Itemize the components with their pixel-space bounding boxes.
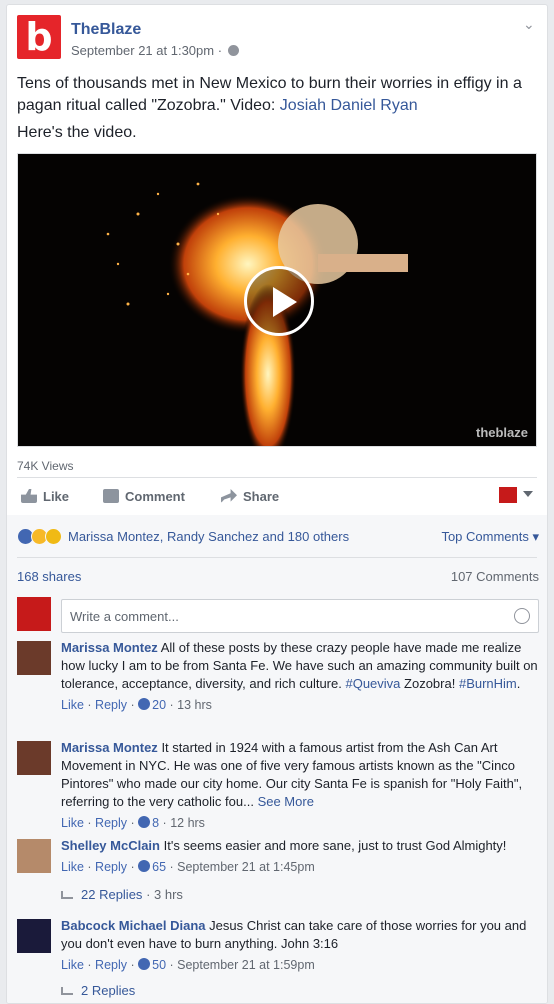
like-label: Like xyxy=(43,488,70,504)
post-timestamp[interactable]: September 21 at 1:30pm · xyxy=(71,43,222,58)
action-bar: Like Comment Share xyxy=(17,483,537,509)
comments-count[interactable]: 107 Comments xyxy=(451,569,539,584)
write-comment-placeholder: Write a comment... xyxy=(70,609,179,624)
comment-like-link[interactable]: Like xyxy=(61,958,84,972)
post-text: Tens of thousands met in New Mexico to b… xyxy=(17,73,537,117)
comment-reply-link[interactable]: Reply xyxy=(95,698,127,712)
comment-like-count[interactable]: 65 xyxy=(152,860,166,874)
post-text-secondary: Here's the video. xyxy=(17,124,137,141)
comment-reply-link[interactable]: Reply xyxy=(95,816,127,830)
comment-meta: Like · Reply · 65 · September 21 at 1:45… xyxy=(61,860,315,874)
commenter-avatar[interactable] xyxy=(17,741,51,775)
comment-meta: Like · Reply · 8 · 12 hrs xyxy=(61,816,205,830)
comment-body: Marissa Montez It started in 1924 with a… xyxy=(61,739,539,832)
thumbs-up-icon xyxy=(138,698,151,710)
thumbs-up-icon xyxy=(21,489,37,503)
replies-link[interactable]: 2 Replies xyxy=(61,983,135,998)
video-player[interactable]: theblaze xyxy=(17,153,537,447)
hashtag-link[interactable]: #BurnHim xyxy=(459,676,517,691)
post-header: b TheBlaze September 21 at 1:30pm · ⌄ xyxy=(17,15,539,61)
comment-time[interactable]: 12 hrs xyxy=(170,816,205,830)
comment-body: Marissa Montez All of these posts by the… xyxy=(61,639,539,714)
comment-like-count[interactable]: 50 xyxy=(152,958,166,972)
comment-time[interactable]: September 21 at 1:59pm xyxy=(177,958,315,972)
comment-time[interactable]: 13 hrs xyxy=(177,698,212,712)
share-label: Share xyxy=(243,488,280,504)
replies-count[interactable]: 22 Replies xyxy=(81,887,142,902)
globe-icon xyxy=(228,45,240,56)
page-avatar[interactable]: b xyxy=(17,15,61,59)
share-icon xyxy=(221,489,237,503)
comment-meta: Like · Reply · 20 · 13 hrs xyxy=(61,698,212,712)
video-watermark: theblaze xyxy=(475,425,528,440)
comment-body: Babcock Michael Diana Jesus Christ can t… xyxy=(61,917,539,974)
replies-time: · 3 hrs xyxy=(146,887,183,902)
write-comment-input[interactable]: Write a comment... xyxy=(61,599,539,633)
post-text-body: Tens of thousands met in New Mexico to b… xyxy=(17,75,522,114)
commenter-name[interactable]: Marissa Montez xyxy=(61,740,158,755)
reply-arrow-icon xyxy=(61,891,73,899)
hashtag-link[interactable]: #Queviva xyxy=(345,676,400,691)
views-count: 74K Views xyxy=(17,459,74,473)
see-more-link[interactable]: See More xyxy=(258,794,314,809)
comment-text-mid: Zozobra! xyxy=(404,676,456,691)
comment-like-link[interactable]: Like xyxy=(61,860,84,874)
comment-icon xyxy=(103,489,119,503)
thumbs-up-icon xyxy=(138,958,151,970)
commenter-name[interactable]: Shelley McClain xyxy=(61,838,160,853)
caret-down-icon[interactable] xyxy=(523,491,533,497)
play-button[interactable] xyxy=(244,266,314,336)
commenter-name[interactable]: Babcock Michael Diana xyxy=(61,918,206,933)
post-meta: September 21 at 1:30pm · xyxy=(71,43,240,58)
commenter-avatar[interactable] xyxy=(17,839,51,873)
like-button[interactable]: Like xyxy=(21,483,69,509)
author-link[interactable]: Josiah Daniel Ryan xyxy=(280,97,418,114)
commenter-avatar[interactable] xyxy=(17,919,51,953)
comment-label: Comment xyxy=(125,488,185,504)
comment-like-count[interactable]: 8 xyxy=(152,816,159,830)
comment-reply-link[interactable]: Reply xyxy=(95,860,127,874)
emoji-icon[interactable] xyxy=(514,608,530,624)
divider xyxy=(17,557,537,558)
page-name-link[interactable]: TheBlaze xyxy=(71,21,141,39)
comment-time[interactable]: September 21 at 1:45pm xyxy=(177,860,315,874)
chevron-down-icon[interactable]: ⌄ xyxy=(523,17,537,31)
user-avatar xyxy=(17,597,51,631)
comment-text: It's seems easier and more sane, just to… xyxy=(163,838,507,853)
profile-avatar[interactable] xyxy=(499,487,517,503)
reactors-text[interactable]: Marissa Montez, Randy Sanchez and 180 ot… xyxy=(68,529,349,544)
comment-meta: Like · Reply · 50 · September 21 at 1:59… xyxy=(61,958,315,972)
share-button[interactable]: Share xyxy=(221,483,279,509)
comment-text-end: . xyxy=(516,676,521,691)
comment-like-count[interactable]: 20 xyxy=(152,698,166,712)
thumbs-up-icon xyxy=(138,816,151,828)
comment-button[interactable]: Comment xyxy=(103,483,185,509)
divider xyxy=(17,477,537,478)
comment-body: Shelley McClain It's seems easier and mo… xyxy=(61,837,539,876)
post-card: b TheBlaze September 21 at 1:30pm · ⌄ Te… xyxy=(6,4,548,1004)
replies-count[interactable]: 2 Replies xyxy=(81,983,135,998)
comment-reply-link[interactable]: Reply xyxy=(95,958,127,972)
reply-arrow-icon xyxy=(61,987,73,995)
replies-link[interactable]: 22 Replies · 3 hrs xyxy=(61,887,183,902)
shares-link[interactable]: 168 shares xyxy=(17,569,81,584)
engagement-section: Marissa Montez, Randy Sanchez and 180 ot… xyxy=(7,515,547,1003)
comment-like-link[interactable]: Like xyxy=(61,698,84,712)
top-comments-dropdown[interactable]: Top Comments ▾ xyxy=(441,529,539,545)
commenter-avatar[interactable] xyxy=(17,641,51,675)
wow-reaction-icon xyxy=(45,527,62,545)
comment-like-link[interactable]: Like xyxy=(61,816,84,830)
thumbs-up-icon xyxy=(138,860,151,872)
commenter-name[interactable]: Marissa Montez xyxy=(61,640,158,655)
